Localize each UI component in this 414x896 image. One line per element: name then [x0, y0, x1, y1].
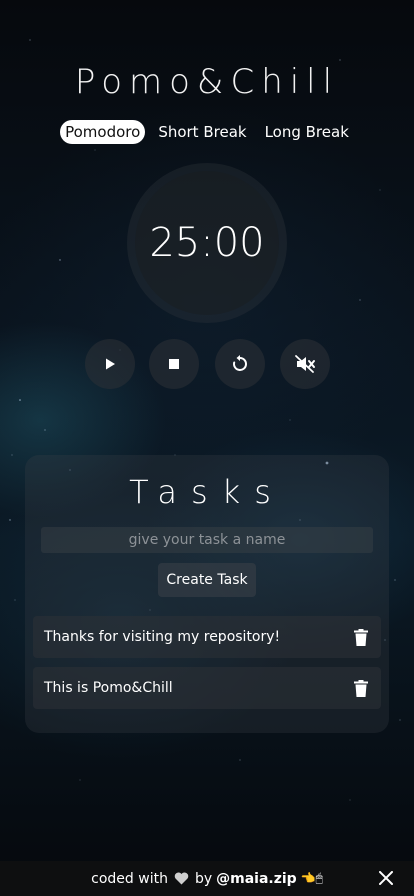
task-item[interactable]: This is Pomo&Chill	[33, 667, 381, 709]
tasks-panel: Tasks Create Task Thanks for visiting my…	[25, 455, 389, 733]
timer-circle: 25:00	[127, 163, 287, 323]
create-task-button[interactable]: Create Task	[158, 563, 256, 597]
task-item[interactable]: Thanks for visiting my repository!	[33, 616, 381, 658]
stop-icon	[169, 359, 179, 369]
tasks-heading: Tasks	[129, 473, 285, 511]
timer-face: 25:00	[135, 171, 279, 315]
stop-button[interactable]	[149, 339, 199, 389]
footer-emojis: 👈🖱	[300, 871, 323, 885]
tab-short-break[interactable]: Short Break	[153, 120, 251, 144]
footer-banner: coded with by @maia.zip 👈🖱	[0, 861, 414, 896]
footer-by: by	[194, 870, 213, 887]
close-icon	[379, 871, 393, 885]
delete-task-button[interactable]	[353, 679, 369, 697]
close-banner-button[interactable]	[378, 870, 394, 886]
author-handle-link[interactable]: @maia.zip	[216, 871, 297, 887]
app-title: Pomo&Chill	[74, 62, 340, 102]
timer-display: 25:00	[149, 220, 265, 266]
task-item-text: Thanks for visiting my repository!	[44, 629, 281, 645]
heart-icon	[174, 872, 189, 885]
delete-task-button[interactable]	[353, 628, 369, 646]
tab-pomodoro[interactable]: Pomodoro	[60, 120, 146, 144]
volume-mute-icon	[295, 355, 315, 373]
restart-icon	[233, 355, 247, 371]
trash-icon	[354, 679, 368, 697]
play-icon	[106, 358, 115, 370]
mute-button[interactable]	[280, 339, 330, 389]
footer-prefix: coded with	[91, 870, 168, 887]
task-name-input[interactable]	[41, 527, 373, 553]
task-item-text: This is Pomo&Chill	[44, 680, 173, 696]
play-button[interactable]	[85, 339, 135, 389]
restart-button[interactable]	[215, 339, 265, 389]
tab-long-break[interactable]: Long Break	[260, 120, 354, 144]
mode-tabs: Pomodoro Short Break Long Break	[0, 120, 414, 144]
trash-icon	[354, 628, 368, 646]
